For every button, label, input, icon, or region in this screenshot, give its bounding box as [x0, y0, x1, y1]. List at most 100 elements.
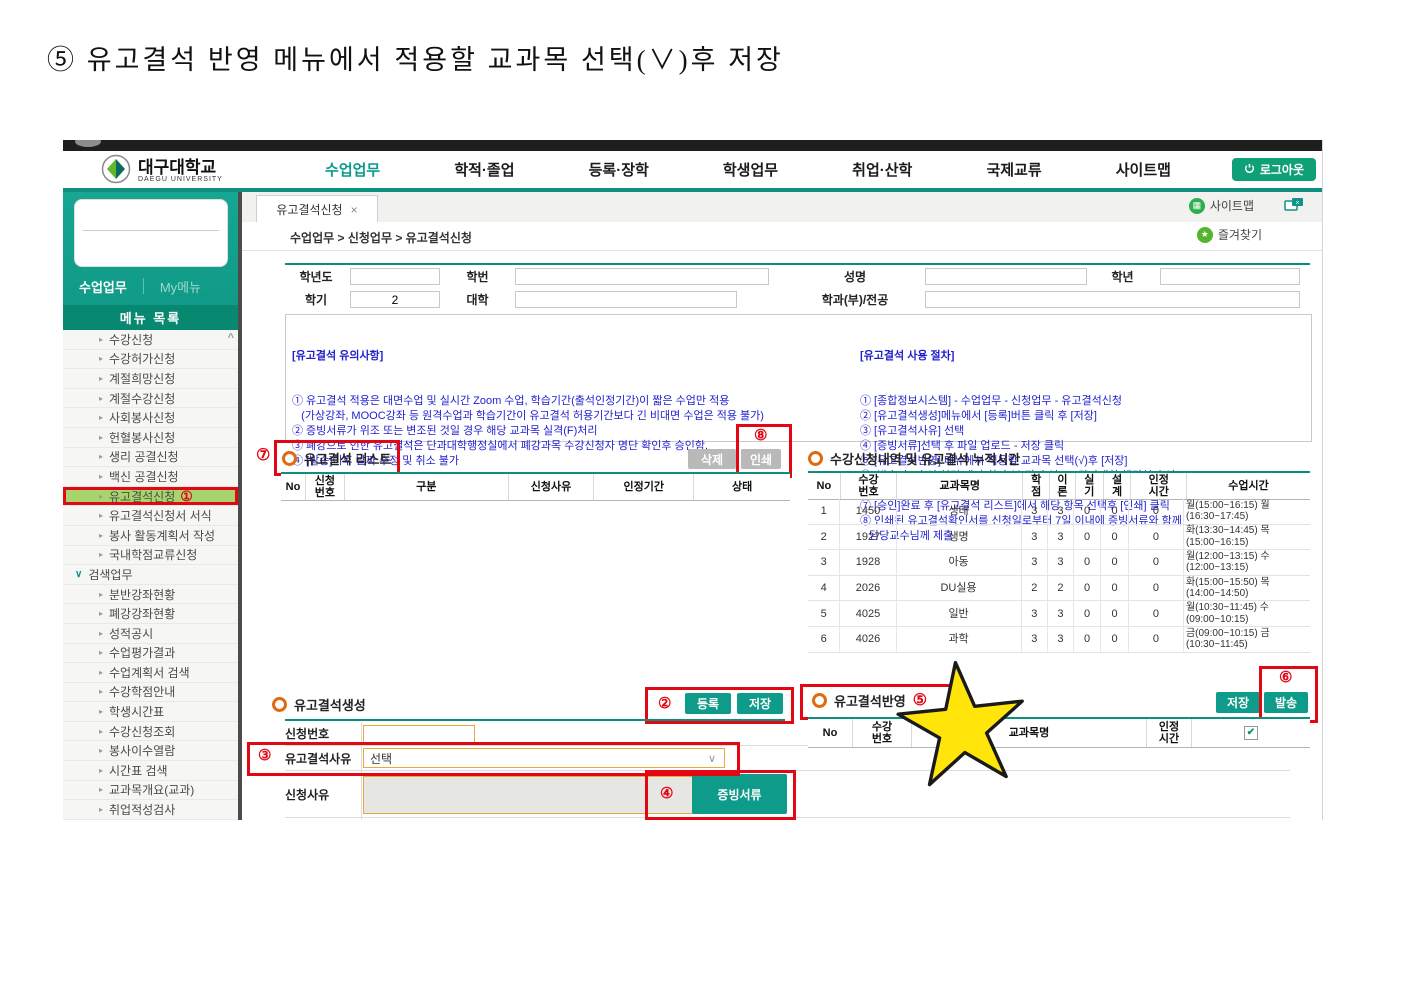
enrollment-row[interactable]: 4 2026 DU실용 2 2 0 0 0 화(15:00~15:50) 목(14:00~14:…	[808, 575, 1310, 602]
logo-title: 대구대학교	[138, 157, 217, 177]
notice-line: ② [유고결석생성]메뉴에서 [등록]버튼 클릭 후 [저장]	[860, 410, 1097, 422]
field-input-학과(부)/전공[interactable]	[925, 291, 1300, 308]
table-header-cell: 신청 번호	[306, 474, 345, 500]
sidebar-item-label: 교과목개요(교과)	[109, 783, 195, 798]
sidebar-tab-수업업무[interactable]: 수업업무	[63, 277, 143, 296]
nav-item-취업·산학[interactable]: 취업·산학	[852, 159, 912, 180]
sidebar-item-수업평가결과[interactable]: ▸ 수업평가결과	[63, 644, 238, 664]
arrow-right-icon: ▸	[99, 667, 104, 677]
create-save-button[interactable]: 저장	[737, 693, 783, 714]
arrow-right-icon: ▸	[99, 746, 104, 756]
send-button[interactable]: 발송	[1264, 692, 1308, 713]
sidebar-item-학생시간표[interactable]: ▸ 학생시간표	[63, 702, 238, 722]
sidebar-item-수강신청조회[interactable]: ▸ 수강신청조회	[63, 722, 238, 742]
sidebar-item-수업계획서 검색[interactable]: ▸ 수업계획서 검색	[63, 663, 238, 683]
sidebar-item-계절희망신청[interactable]: ▸ 계절희망신청	[63, 369, 238, 389]
table-cell: 3	[1048, 499, 1074, 524]
arrow-right-icon: ▸	[99, 726, 104, 736]
breadcrumb-bar: 수업업무 > 신청업무 > 유고결석신청 ★ 즐겨찾기	[242, 222, 1322, 251]
main-content: 유고결석신청 × ▦ 사이트맵 × 수업업무 > 신청업무 > 유고결석신청 ★	[242, 192, 1322, 820]
table-cell: 3	[1022, 626, 1049, 652]
appno-input[interactable]	[363, 725, 475, 745]
sidebar-item-수강허가신청[interactable]: ▸ 수강허가신청	[63, 350, 238, 370]
print-button[interactable]: 인쇄	[741, 449, 781, 469]
notice-line: ① [종합정보시스템] - 수업업무 - 신청업무 - 유고결석신청	[860, 395, 1123, 407]
sidebar-item-시간표 검색[interactable]: ▸ 시간표 검색	[63, 761, 238, 781]
apply-save-button[interactable]: 저장	[1216, 692, 1260, 713]
nav-item-학적·졸업[interactable]: 학적·졸업	[454, 159, 514, 180]
logout-button[interactable]: 로그아웃	[1231, 158, 1316, 181]
delete-button[interactable]: 삭제	[688, 449, 736, 469]
field-input-학년[interactable]	[1160, 268, 1300, 285]
sidebar-tab-My메뉴[interactable]: My메뉴	[144, 277, 217, 296]
table-header-cell: 학 점	[1023, 473, 1051, 499]
nav-item-학생업무[interactable]: 학생업무	[723, 159, 778, 180]
nav-item-국제교류[interactable]: 국제교류	[986, 159, 1041, 180]
field-input-성명[interactable]	[925, 268, 1087, 285]
close-all-tabs-button[interactable]: ×	[1284, 197, 1304, 214]
enrollment-row[interactable]: 5 4025 일반 3 3 0 0 0 월(10:30~11:45) 수(09:00~10:15…	[808, 601, 1310, 627]
close-all-tabs-icon: ×	[1284, 197, 1304, 214]
notice-line: ② 증빙서류가 위조 또는 변조된 것일 경우 해당 교과목 실격(F)처리	[292, 425, 598, 437]
field-input-학년도[interactable]	[350, 268, 440, 285]
sidebar-item-검색업무[interactable]: ∨ 검색업무	[63, 565, 238, 585]
sidebar-item-백신 공결신청[interactable]: ▸ 백신 공결신청	[63, 467, 238, 487]
nav-item-등록·장학[interactable]: 등록·장학	[589, 159, 649, 180]
sidebar-item-분반강좌현황[interactable]: ▸ 분반강좌현황	[63, 585, 238, 605]
table-cell: 0	[1129, 550, 1184, 575]
table-cell: 3	[1022, 524, 1049, 550]
nav-item-사이트맵[interactable]: 사이트맵	[1116, 159, 1171, 180]
sidebar-item-생리 공결신청[interactable]: ▸ 생리 공결신청	[63, 448, 238, 468]
nav-item-수업업무[interactable]: 수업업무	[325, 159, 380, 180]
student-form-row: 학년도 학번 성명 학년	[285, 265, 1310, 287]
tab-absence-application[interactable]: 유고결석신청 ×	[256, 195, 378, 223]
table-cell: 2	[1022, 575, 1049, 601]
sidebar-item-성적공시[interactable]: ▸ 성적공시	[63, 624, 238, 644]
detail-input[interactable]	[363, 776, 695, 814]
select-all-checkbox[interactable]: ✔	[1244, 726, 1258, 740]
sidebar-item-사회봉사신청[interactable]: ▸ 사회봉사신청	[63, 408, 238, 428]
sidebar-item-봉사이수열람[interactable]: ▸ 봉사이수열람	[63, 741, 238, 762]
sidebar-item-계절수강신청[interactable]: ▸ 계절수강신청	[63, 389, 238, 409]
table-cell: 0	[1129, 575, 1184, 601]
field-input-대학[interactable]	[515, 291, 737, 308]
reason-select[interactable]: 선택 ∨	[363, 748, 725, 768]
enrollment-row[interactable]: 1 1450 생태 3 3 0 0 0 월(15:00~16:15) 월(16:30~17:45…	[808, 499, 1310, 525]
tab-close-icon[interactable]: ×	[351, 203, 358, 217]
appno-label: 신청번호	[285, 722, 362, 745]
field-input-학번[interactable]	[515, 268, 769, 285]
sidebar-item-국내학점교류신청[interactable]: ▸ 국내학점교류신청	[63, 546, 238, 566]
field-input-학기[interactable]	[350, 291, 440, 308]
favorites-button[interactable]: ★ 즐겨찾기	[1196, 226, 1262, 243]
create-title: 유고결석생성	[272, 695, 366, 714]
notice-line: (가상강좌, MOOC강좌 등 원격수업과 학습기간이 유고결석 허용기간보다 …	[292, 410, 764, 422]
annotation-badge-3: ③	[258, 747, 272, 764]
enrollment-row[interactable]: 6 4026 과학 3 3 0 0 0 금(09:00~10:15) 금(10:30~11:45…	[808, 626, 1310, 653]
notice-precautions-title: [유고결석 유의사항]	[292, 350, 384, 362]
sidebar-top: 수업업무 My메뉴	[63, 192, 238, 305]
sidebar-item-label: 수강신청조회	[109, 724, 176, 739]
sitemap-link[interactable]: ▦ 사이트맵	[1188, 197, 1254, 214]
table-header-cell: No	[281, 474, 306, 500]
register-button[interactable]: 등록	[685, 693, 731, 714]
table-cell: 6	[808, 626, 841, 652]
enrollment-row[interactable]: 3 1928 아동 3 3 0 0 0 월(12:00~13:15) 수(12:00~13:15…	[808, 550, 1310, 576]
field-label-학과(부)/전공: 학과(부)/전공	[821, 292, 889, 307]
attachment-button[interactable]: 증빙서류	[692, 774, 787, 814]
sidebar-item-교과목개요(교과)[interactable]: ▸ 교과목개요(교과)	[63, 781, 238, 801]
sidebar-item-수강신청[interactable]: ▸ 수강신청	[63, 330, 238, 350]
table-cell: 1	[808, 499, 841, 524]
sidebar-item-헌혈봉사신청[interactable]: ▸ 헌혈봉사신청	[63, 428, 238, 448]
enrollment-row[interactable]: 2 1927 생명 3 3 0 0 0 화(13:30~14:45) 목(15:00~16:15…	[808, 524, 1310, 551]
sidebar-item-봉사 활동계획서 작성[interactable]: ▸ 봉사 활동계획서 작성	[63, 526, 238, 546]
table-cell: 4	[808, 575, 841, 601]
sidebar-item-폐강강좌현황[interactable]: ▸ 폐강강좌현황	[63, 604, 238, 624]
sidebar-item-유고결석신청[interactable]: ▸ 유고결석신청 ①	[63, 486, 238, 507]
sidebar-item-수강학점안내[interactable]: ▸ 수강학점안내	[63, 683, 238, 703]
table-cell: 3	[1022, 601, 1049, 626]
table-cell: 3	[1022, 499, 1049, 524]
table-cell: 화(15:00~15:50) 목(14:00~14:50)	[1185, 576, 1270, 600]
table-header-cell: 이 론	[1050, 473, 1076, 499]
sidebar-item-유고결석신청서 서식[interactable]: ▸ 유고결석신청서 서식	[63, 506, 238, 526]
sidebar-item-취업적성검사[interactable]: ▸ 취업적성검사	[63, 800, 238, 820]
